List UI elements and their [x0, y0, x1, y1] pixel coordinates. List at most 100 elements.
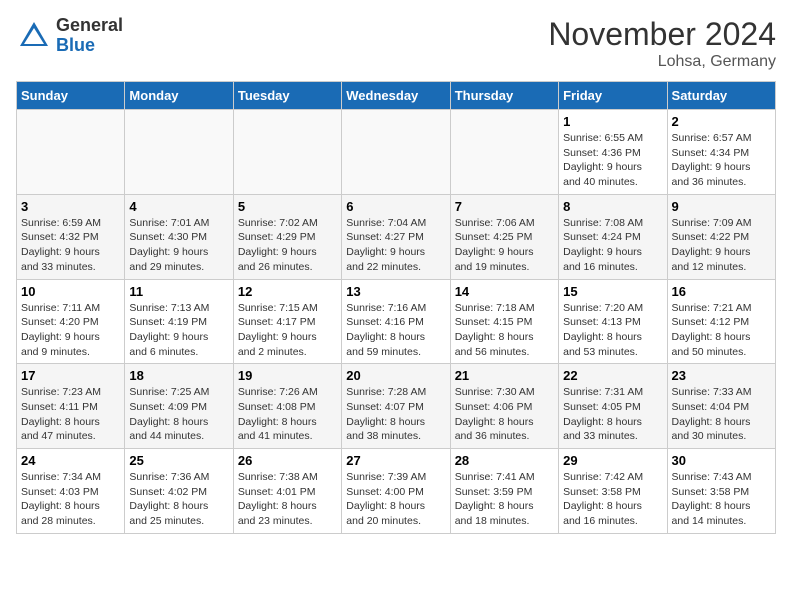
- day-number: 8: [563, 199, 662, 214]
- logo: General Blue: [16, 16, 123, 56]
- day-number: 6: [346, 199, 445, 214]
- logo-text: General Blue: [56, 16, 123, 56]
- day-cell-25: 25 Sunrise: 7:36 AMSunset: 4:02 PMDayligh…: [125, 449, 233, 534]
- day-header-monday: Monday: [125, 82, 233, 110]
- day-number: 29: [563, 453, 662, 468]
- calendar-body: 1 Sunrise: 6:55 AMSunset: 4:36 PMDaylight…: [17, 110, 776, 534]
- day-number: 3: [21, 199, 120, 214]
- day-cell-27: 27 Sunrise: 7:39 AMSunset: 4:00 PMDayligh…: [342, 449, 450, 534]
- day-cell-4: 4 Sunrise: 7:01 AMSunset: 4:30 PMDaylight…: [125, 194, 233, 279]
- week-row-3: 10Sunrise: 7:11 AMSunset: 4:20 PMDayligh…: [17, 279, 776, 364]
- empty-cell: [450, 110, 558, 195]
- day-cell-21: 21Sunrise: 7:30 AMSunset: 4:06 PMDayligh…: [450, 364, 558, 449]
- day-cell-10: 10Sunrise: 7:11 AMSunset: 4:20 PMDayligh…: [17, 279, 125, 364]
- day-info: Sunrise: 7:34 AMSunset: 4:03 PMDaylight:…: [21, 470, 120, 529]
- day-cell-2: 2Sunrise: 6:57 AMSunset: 4:34 PMDaylight…: [667, 110, 775, 195]
- day-cell-22: 22 Sunrise: 7:31 AMSunset: 4:05 PMDayligh…: [559, 364, 667, 449]
- header: General Blue November 2024 Lohsa, German…: [16, 16, 776, 71]
- day-header-tuesday: Tuesday: [233, 82, 341, 110]
- day-number: 16: [672, 284, 771, 299]
- day-number: 25: [129, 453, 228, 468]
- day-number: 19: [238, 368, 337, 383]
- day-info: Sunrise: 7:38 AMSunset: 4:01 PMDaylight:…: [238, 470, 337, 529]
- day-number: 22: [563, 368, 662, 383]
- week-row-5: 24 Sunrise: 7:34 AMSunset: 4:03 PMDayligh…: [17, 449, 776, 534]
- day-number: 23: [672, 368, 771, 383]
- day-header-friday: Friday: [559, 82, 667, 110]
- day-cell-13: 13Sunrise: 7:16 AMSunset: 4:16 PMDayligh…: [342, 279, 450, 364]
- day-info: Sunrise: 6:59 AMSunset: 4:32 PMDaylight:…: [21, 216, 120, 275]
- day-info: Sunrise: 7:15 AMSunset: 4:17 PMDaylight:…: [238, 301, 337, 360]
- day-number: 18: [129, 368, 228, 383]
- day-cell-30: 30 Sunrise: 7:43 AMSunset: 3:58 PMDayligh…: [667, 449, 775, 534]
- day-number: 10: [21, 284, 120, 299]
- day-number: 2: [672, 114, 771, 129]
- calendar: SundayMondayTuesdayWednesdayThursdayFrid…: [16, 81, 776, 534]
- day-info: Sunrise: 7:06 AMSunset: 4:25 PMDaylight:…: [455, 216, 554, 275]
- day-cell-18: 18 Sunrise: 7:25 AMSunset: 4:09 PMDayligh…: [125, 364, 233, 449]
- day-info: Sunrise: 7:16 AMSunset: 4:16 PMDaylight:…: [346, 301, 445, 360]
- day-info: Sunrise: 7:33 AMSunset: 4:04 PMDaylight:…: [672, 385, 771, 444]
- week-row-4: 17Sunrise: 7:23 AMSunset: 4:11 PMDayligh…: [17, 364, 776, 449]
- day-info: Sunrise: 7:01 AMSunset: 4:30 PMDaylight:…: [129, 216, 228, 275]
- day-number: 12: [238, 284, 337, 299]
- day-cell-16: 16 Sunrise: 7:21 AMSunset: 4:12 PMDayligh…: [667, 279, 775, 364]
- day-info: Sunrise: 7:39 AMSunset: 4:00 PMDaylight:…: [346, 470, 445, 529]
- empty-cell: [125, 110, 233, 195]
- day-cell-24: 24 Sunrise: 7:34 AMSunset: 4:03 PMDayligh…: [17, 449, 125, 534]
- day-header-saturday: Saturday: [667, 82, 775, 110]
- day-number: 28: [455, 453, 554, 468]
- calendar-header: SundayMondayTuesdayWednesdayThursdayFrid…: [17, 82, 776, 110]
- day-info: Sunrise: 7:04 AMSunset: 4:27 PMDaylight:…: [346, 216, 445, 275]
- day-number: 24: [21, 453, 120, 468]
- day-number: 30: [672, 453, 771, 468]
- day-info: Sunrise: 7:09 AMSunset: 4:22 PMDaylight:…: [672, 216, 771, 275]
- day-number: 5: [238, 199, 337, 214]
- day-info: Sunrise: 7:21 AMSunset: 4:12 PMDaylight:…: [672, 301, 771, 360]
- week-row-1: 1 Sunrise: 6:55 AMSunset: 4:36 PMDaylight…: [17, 110, 776, 195]
- day-info: Sunrise: 7:41 AMSunset: 3:59 PMDaylight:…: [455, 470, 554, 529]
- day-cell-19: 19Sunrise: 7:26 AMSunset: 4:08 PMDayligh…: [233, 364, 341, 449]
- day-cell-12: 12 Sunrise: 7:15 AMSunset: 4:17 PMDayligh…: [233, 279, 341, 364]
- day-cell-26: 26Sunrise: 7:38 AMSunset: 4:01 PMDayligh…: [233, 449, 341, 534]
- day-cell-14: 14Sunrise: 7:18 AMSunset: 4:15 PMDayligh…: [450, 279, 558, 364]
- day-cell-28: 28 Sunrise: 7:41 AMSunset: 3:59 PMDayligh…: [450, 449, 558, 534]
- day-cell-5: 5 Sunrise: 7:02 AMSunset: 4:29 PMDaylight…: [233, 194, 341, 279]
- day-cell-1: 1 Sunrise: 6:55 AMSunset: 4:36 PMDaylight…: [559, 110, 667, 195]
- logo-general-text: General: [56, 15, 123, 35]
- month-title: November 2024: [548, 16, 776, 53]
- day-info: Sunrise: 7:31 AMSunset: 4:05 PMDaylight:…: [563, 385, 662, 444]
- logo-blue-text: Blue: [56, 35, 95, 55]
- day-info: Sunrise: 7:08 AMSunset: 4:24 PMDaylight:…: [563, 216, 662, 275]
- day-info: Sunrise: 7:43 AMSunset: 3:58 PMDaylight:…: [672, 470, 771, 529]
- day-info: Sunrise: 7:36 AMSunset: 4:02 PMDaylight:…: [129, 470, 228, 529]
- day-cell-11: 11 Sunrise: 7:13 AMSunset: 4:19 PMDayligh…: [125, 279, 233, 364]
- day-info: Sunrise: 7:02 AMSunset: 4:29 PMDaylight:…: [238, 216, 337, 275]
- day-info: Sunrise: 7:13 AMSunset: 4:19 PMDaylight:…: [129, 301, 228, 360]
- day-cell-29: 29 Sunrise: 7:42 AMSunset: 3:58 PMDayligh…: [559, 449, 667, 534]
- location: Lohsa, Germany: [548, 53, 776, 71]
- title-block: November 2024 Lohsa, Germany: [548, 16, 776, 71]
- day-cell-23: 23 Sunrise: 7:33 AMSunset: 4:04 PMDayligh…: [667, 364, 775, 449]
- empty-cell: [342, 110, 450, 195]
- day-number: 17: [21, 368, 120, 383]
- day-info: Sunrise: 7:30 AMSunset: 4:06 PMDaylight:…: [455, 385, 554, 444]
- day-info: Sunrise: 7:18 AMSunset: 4:15 PMDaylight:…: [455, 301, 554, 360]
- day-header-wednesday: Wednesday: [342, 82, 450, 110]
- day-number: 11: [129, 284, 228, 299]
- day-info: Sunrise: 6:55 AMSunset: 4:36 PMDaylight:…: [563, 131, 662, 190]
- day-info: Sunrise: 7:42 AMSunset: 3:58 PMDaylight:…: [563, 470, 662, 529]
- day-info: Sunrise: 7:25 AMSunset: 4:09 PMDaylight:…: [129, 385, 228, 444]
- day-number: 1: [563, 114, 662, 129]
- day-number: 27: [346, 453, 445, 468]
- day-number: 4: [129, 199, 228, 214]
- day-info: Sunrise: 7:28 AMSunset: 4:07 PMDaylight:…: [346, 385, 445, 444]
- day-number: 9: [672, 199, 771, 214]
- day-header-sunday: Sunday: [17, 82, 125, 110]
- logo-icon: [16, 18, 52, 54]
- day-cell-17: 17Sunrise: 7:23 AMSunset: 4:11 PMDayligh…: [17, 364, 125, 449]
- day-cell-3: 3 Sunrise: 6:59 AMSunset: 4:32 PMDaylight…: [17, 194, 125, 279]
- day-cell-15: 15Sunrise: 7:20 AMSunset: 4:13 PMDayligh…: [559, 279, 667, 364]
- day-number: 20: [346, 368, 445, 383]
- day-info: Sunrise: 7:20 AMSunset: 4:13 PMDaylight:…: [563, 301, 662, 360]
